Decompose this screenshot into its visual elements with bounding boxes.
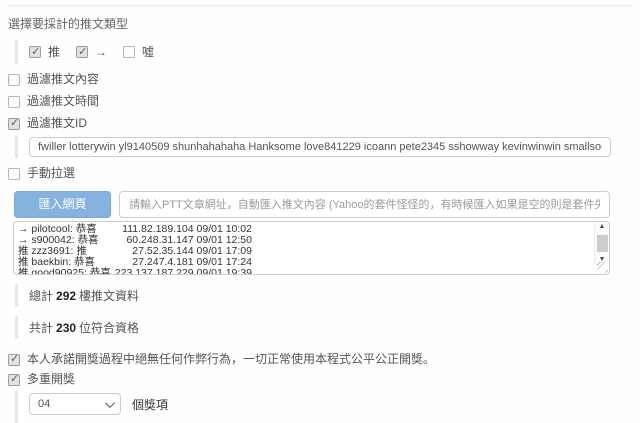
manual-select-row[interactable]: 手動拉選 [8, 167, 632, 180]
pledge-row[interactable]: 本人承諾開獎過程中絕無任何作弊行為，一切正常使用本程式公平公正開獎。 [8, 353, 632, 366]
filter-time-row[interactable]: 過濾推文時間 [8, 95, 632, 108]
filter-id-row[interactable]: 過濾推文ID [8, 117, 632, 130]
multi-draw-checkbox[interactable] [8, 374, 20, 386]
scrollbar-thumb[interactable] [597, 235, 608, 252]
ptt-url-input[interactable] [119, 191, 610, 218]
manual-select-label: 手動拉選 [27, 167, 75, 180]
chevron-down-icon [105, 398, 115, 408]
filter-time-label: 過濾推文時間 [27, 95, 99, 108]
filter-id-checkbox[interactable] [8, 118, 20, 130]
qualified-count: 230 [56, 321, 76, 335]
push-type-option-arrow[interactable]: → [76, 45, 107, 59]
total-push-stat: 總計292樓推文資料 [15, 284, 632, 307]
pledge-checkbox[interactable] [8, 354, 20, 366]
qualified-stat: 共計230位符合資格 [15, 316, 632, 339]
scroll-up-icon[interactable]: ▲ [599, 222, 606, 231]
top-divider [8, 5, 632, 6]
push-row: 推 good90925: 恭喜 223.137.187.229 09/01 19… [18, 268, 252, 275]
manual-select-checkbox[interactable] [8, 168, 20, 180]
boo-checkbox-label: 噓 [142, 43, 154, 60]
push-checkbox[interactable] [29, 46, 41, 58]
prize-count-select[interactable]: 04 [29, 393, 121, 415]
lottery-form-page: 選擇要採計的推文類型 推 → 噓 過濾推文內容 過濾推文時間 過濾推文ID 手動… [0, 5, 640, 423]
push-type-option-boo[interactable]: 噓 [123, 43, 154, 60]
filter-content-row[interactable]: 過濾推文內容 [8, 73, 632, 86]
resize-grip-icon[interactable] [597, 262, 608, 273]
import-row: 匯入網頁 [14, 191, 610, 218]
filter-content-label: 過濾推文內容 [27, 73, 99, 86]
import-webpage-button[interactable]: 匯入網頁 [14, 191, 111, 218]
prize-count-value: 04 [38, 398, 50, 410]
filter-id-label: 過濾推文ID [27, 117, 87, 130]
filter-id-input[interactable] [29, 137, 611, 157]
prize-unit-label: 個獎項 [132, 396, 168, 413]
filter-content-checkbox[interactable] [8, 74, 20, 86]
push-type-option-push[interactable]: 推 [29, 43, 60, 60]
prize-count-block: 04 個獎項 此選項可一次開出多位得獎者 [15, 391, 632, 423]
push-type-options: 推 → 噓 [15, 40, 632, 64]
multi-draw-label: 多重開獎 [27, 373, 75, 386]
push-list-content: → pilotcool: 恭喜 111.82.189.104 09/01 10:… [14, 222, 594, 274]
multi-draw-row[interactable]: 多重開獎 [8, 373, 632, 386]
push-list-textarea[interactable]: → pilotcool: 恭喜 111.82.189.104 09/01 10:… [13, 221, 610, 275]
scrollbar[interactable]: ▲ ▼ [594, 222, 609, 264]
arrow-checkbox-label: → [95, 45, 107, 59]
boo-checkbox[interactable] [123, 46, 135, 58]
filter-id-input-block [15, 136, 632, 158]
pledge-label: 本人承諾開獎過程中絕無任何作弊行為，一切正常使用本程式公平公正開獎。 [27, 353, 435, 366]
push-type-section-label: 選擇要採計的推文類型 [8, 15, 632, 32]
filter-time-checkbox[interactable] [8, 96, 20, 108]
push-checkbox-label: 推 [48, 43, 60, 60]
total-push-count: 292 [56, 289, 76, 303]
arrow-checkbox[interactable] [76, 46, 88, 58]
